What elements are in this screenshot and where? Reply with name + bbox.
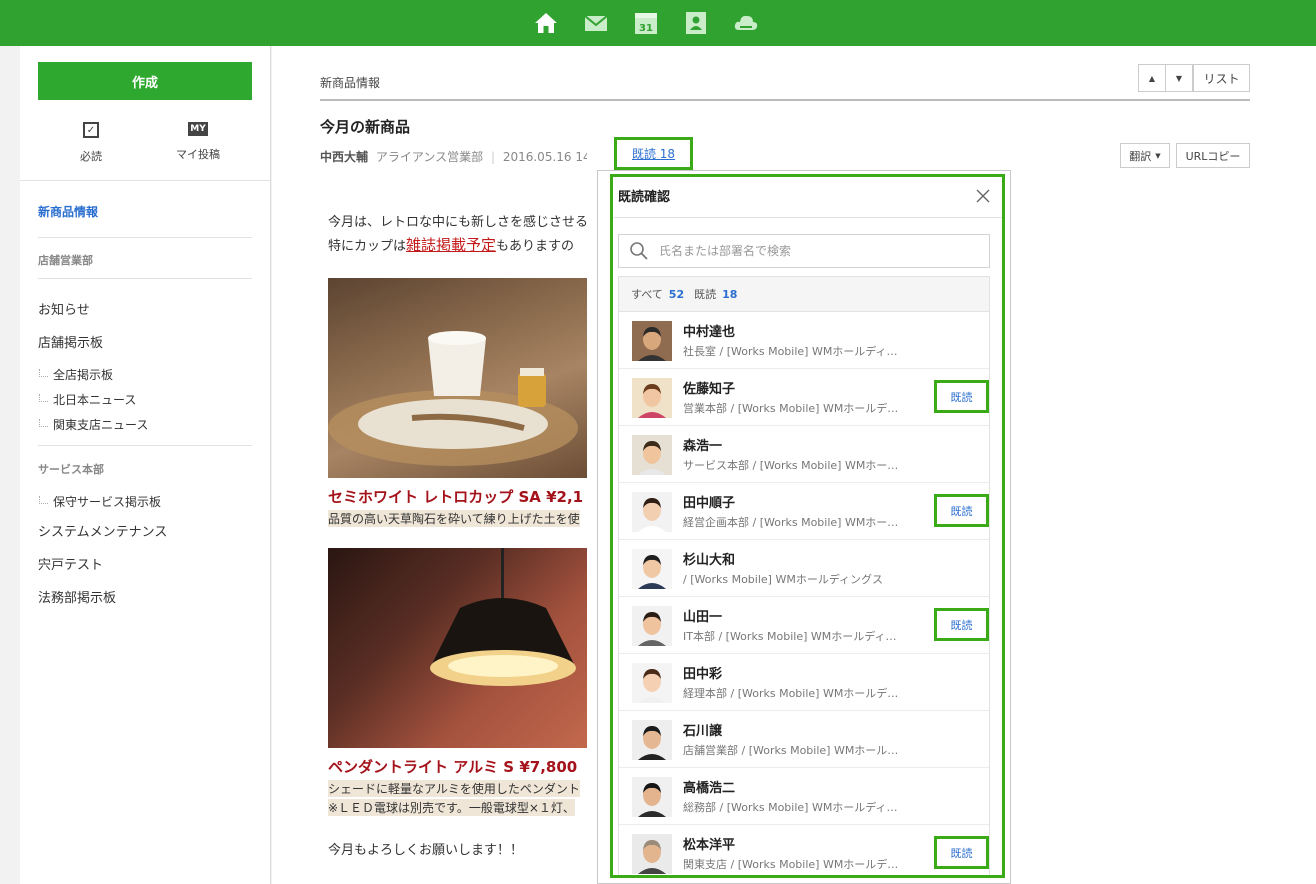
sidebar-item-news[interactable]: お知らせ	[38, 299, 90, 318]
must-read-label: 必読	[80, 150, 102, 163]
dialog-highlight-frame	[610, 174, 1005, 878]
product-2-description-2: ※ＬＥＤ電球は別売です。一般電球型×１灯、	[328, 799, 575, 816]
divider	[20, 180, 270, 181]
translate-label: 翻訳	[1129, 149, 1152, 163]
must-read-shortcut[interactable]: ✓ 必読	[51, 122, 131, 164]
sidebar-subitem-maintenance-service[interactable]: 保守サービス掲示板	[38, 493, 161, 510]
post-title: 今月の新商品	[320, 118, 411, 136]
calendar-day-text: 31	[639, 23, 653, 34]
magazine-link[interactable]: 雑誌掲載予定	[406, 236, 496, 254]
author-department: アライアンス営業部	[375, 150, 484, 164]
sidebar-item-store-board[interactable]: 店舗掲示板	[38, 332, 103, 351]
sidebar-item-system-maintenance[interactable]: システムメンテナンス	[38, 521, 167, 540]
read-count-link-highlight[interactable]: 既読 18	[614, 137, 693, 170]
list-button[interactable]: リスト	[1193, 64, 1250, 92]
previous-post-button[interactable]: ▲	[1138, 64, 1166, 92]
product-2-title: ペンダントライト アルミ S ¥7,800	[328, 758, 578, 776]
product-photo-lamp	[328, 548, 598, 748]
sidebar-section-service[interactable]: サービス本部	[38, 461, 104, 477]
my-posts-label: マイ投稿	[176, 148, 220, 161]
drive-icon[interactable]	[733, 10, 759, 36]
sidebar-section-store-sales[interactable]: 店舗営業部	[38, 252, 93, 268]
divider	[38, 237, 252, 238]
home-icon[interactable]	[533, 10, 559, 36]
sidebar-item-legal-board[interactable]: 法務部掲示板	[38, 587, 116, 606]
product-photo-cup	[328, 278, 598, 478]
post-meta: 中西大輔 アライアンス営業部 | 2016.05.16 14:59:47	[320, 148, 629, 165]
product-2-description-1: シェードに軽量なアルミを使用したペンダント	[328, 780, 580, 797]
chevron-down-icon: ▼	[1155, 151, 1161, 160]
product-1-description: 品質の高い天草陶石を砕いて練り上げた土を使	[328, 510, 580, 527]
intro-line-2-suffix: もありますの	[496, 239, 575, 254]
sidebar-subitem-all-stores[interactable]: 全店掲示板	[38, 366, 113, 383]
my-icon: MY	[188, 122, 208, 136]
url-copy-button[interactable]: URLコピー	[1176, 143, 1250, 168]
sidebar: 作成 ✓ 必読 MY マイ投稿 新商品情報 店舗営業部 お知らせ 店舗掲示板 全…	[20, 46, 271, 884]
author-name[interactable]: 中西大輔	[320, 150, 368, 164]
header-divider	[320, 99, 1250, 101]
meta-separator: |	[490, 150, 495, 164]
top-navigation-bar: 31	[0, 0, 1316, 46]
closing-message: 今月もよろしくお願いします！！	[328, 843, 524, 858]
intro-line-2-prefix: 特にカップは	[328, 239, 407, 254]
divider	[38, 278, 252, 279]
sidebar-subitem-north-japan[interactable]: 北日本ニュース	[38, 391, 136, 408]
intro-line-1: 今月は、レトロな中にも新しさを感じさせる商	[328, 215, 602, 230]
sidebar-item-new-products[interactable]: 新商品情報	[38, 203, 98, 220]
divider	[38, 445, 252, 446]
check-icon: ✓	[83, 122, 99, 138]
next-post-button[interactable]: ▼	[1165, 64, 1193, 92]
calendar-icon[interactable]: 31	[633, 10, 659, 36]
sidebar-subitem-kanto[interactable]: 関東支店ニュース	[38, 416, 148, 433]
down-arrow-icon: ▼	[1175, 73, 1183, 83]
compose-button[interactable]: 作成	[38, 62, 252, 100]
up-arrow-icon: ▲	[1148, 73, 1156, 83]
intro-line-2: 特にカップは雑誌掲載予定もありますの	[328, 234, 574, 255]
breadcrumb[interactable]: 新商品情報	[320, 74, 380, 91]
product-1-title: セミホワイト レトロカップ SA ¥2,1	[328, 488, 584, 506]
translate-button[interactable]: 翻訳 ▼	[1120, 143, 1170, 168]
sidebar-item-shishido-test[interactable]: 宍戸テスト	[38, 554, 103, 573]
mail-icon[interactable]	[583, 10, 609, 36]
my-posts-shortcut[interactable]: MY マイ投稿	[158, 122, 238, 162]
contacts-icon[interactable]	[683, 10, 709, 36]
read-count-link[interactable]: 既読 18	[632, 145, 675, 162]
